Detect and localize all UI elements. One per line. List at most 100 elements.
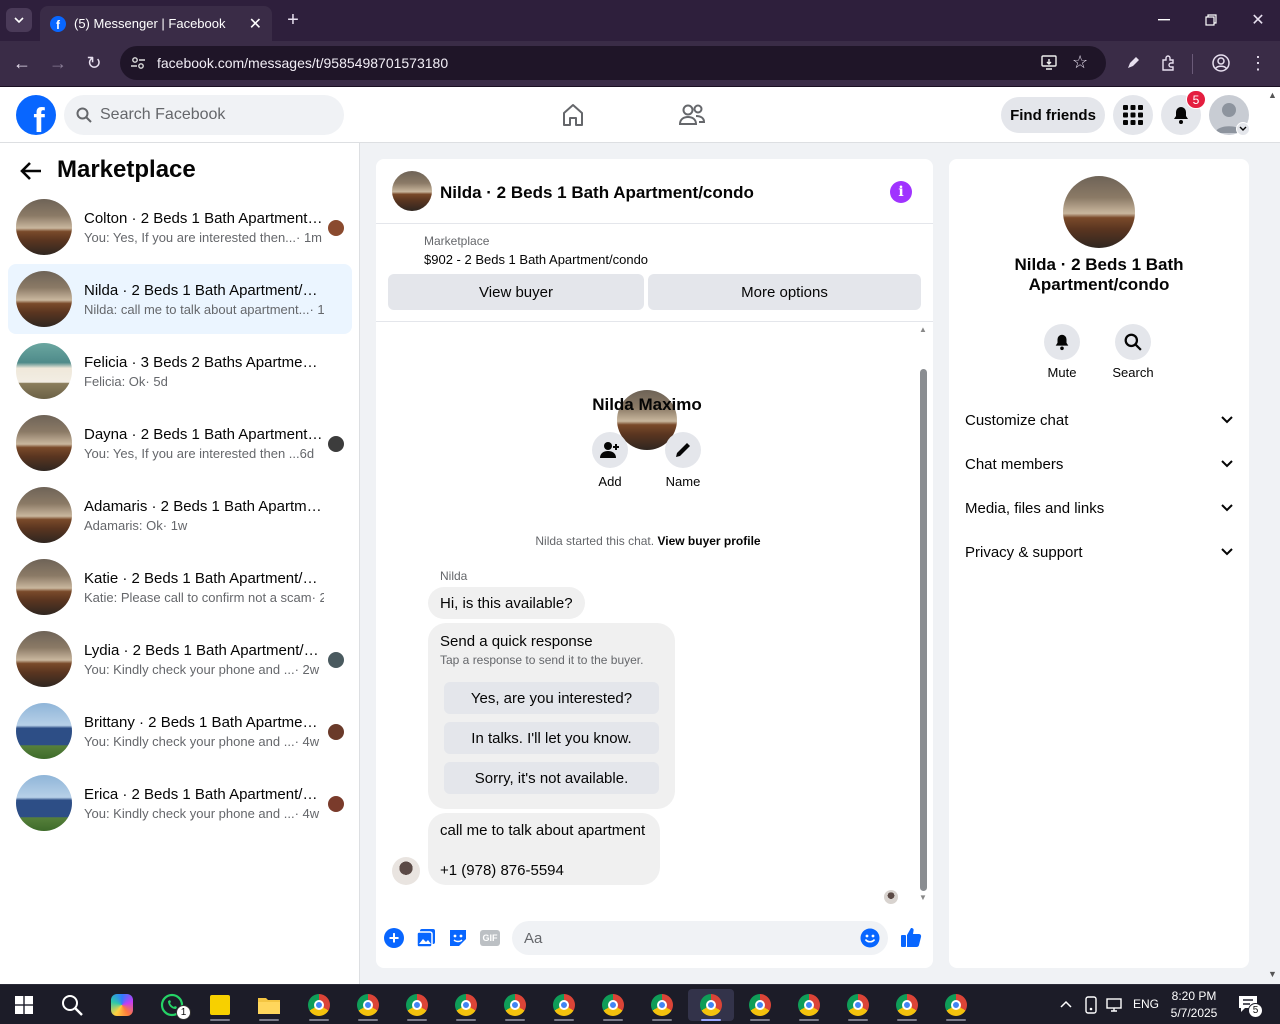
conversation-item[interactable]: Dayna · 2 Beds 1 Bath Apartment/condo You… <box>8 408 352 478</box>
view-buyer-profile-link[interactable]: View buyer profile <box>657 534 760 548</box>
photo-attach-icon[interactable] <box>416 928 436 948</box>
sticker-icon[interactable] <box>448 928 468 948</box>
plus-actions-icon[interactable]: + <box>384 928 404 948</box>
quick-response-not-available-button[interactable]: Sorry, it's not available. <box>444 762 659 794</box>
browser-tab[interactable]: f (5) Messenger | Facebook ✕ <box>40 6 272 41</box>
more-options-button[interactable]: More options <box>648 274 921 310</box>
mute-bell-icon[interactable] <box>1044 324 1080 360</box>
chrome-taskbar-icon[interactable] <box>938 989 974 1021</box>
message-bubble-phone[interactable]: call me to talk about apartment +1 (978)… <box>428 813 660 885</box>
chrome-taskbar-icon[interactable] <box>840 989 876 1021</box>
info-icon[interactable]: i <box>890 181 912 203</box>
media-files-links-row[interactable]: Media, files and links <box>965 486 1233 530</box>
chrome-taskbar-icon-active[interactable] <box>688 989 734 1021</box>
menu-grid-icon[interactable] <box>1113 95 1153 135</box>
chrome-taskbar-icon[interactable] <box>644 989 680 1021</box>
conversation-item[interactable]: Katie · 2 Beds 1 Bath Apartment/condo Kat… <box>8 552 352 622</box>
close-window-icon[interactable]: ✕ <box>1246 10 1270 30</box>
chrome-taskbar-icon[interactable] <box>448 989 484 1021</box>
quick-response-in-talks-button[interactable]: In talks. I'll let you know. <box>444 722 659 754</box>
account-chevron-icon[interactable] <box>1236 122 1250 136</box>
conversation-item[interactable]: Erica · 2 Beds 1 Bath Apartment/condo You… <box>8 768 352 838</box>
sender-avatar[interactable] <box>392 857 420 885</box>
chat-title[interactable]: Nilda · 2 Beds 1 Bath Apartment/condo <box>440 183 754 203</box>
chrome-taskbar-icon[interactable] <box>497 989 533 1021</box>
section-label: Privacy & support <box>965 543 1083 561</box>
conversation-item[interactable]: Adamaris · 2 Beds 1 Bath Apartment/condo… <box>8 480 352 550</box>
conversation-item[interactable]: Nilda · 2 Beds 1 Bath Apartment/condo Nil… <box>8 264 352 334</box>
clock[interactable]: 8:20 PM 5/7/2025 <box>1164 988 1224 1022</box>
sticky-notes-icon[interactable] <box>202 989 238 1021</box>
info-avatar[interactable] <box>1063 176 1135 248</box>
pen-icon[interactable] <box>1122 52 1144 74</box>
page-scroll-up-icon[interactable]: ▲ <box>1268 90 1277 100</box>
notification-center-icon[interactable]: 5 <box>1238 995 1263 1018</box>
gif-icon[interactable]: GIF <box>480 930 500 946</box>
add-person-icon[interactable] <box>592 432 628 468</box>
file-explorer-icon[interactable] <box>251 989 287 1021</box>
chrome-menu-icon[interactable]: ⋮ <box>1248 52 1268 74</box>
copilot-icon[interactable] <box>104 989 140 1021</box>
back-icon[interactable]: ← <box>10 51 34 75</box>
chrome-taskbar-icon[interactable] <box>595 989 631 1021</box>
chrome-taskbar-icon[interactable] <box>399 989 435 1021</box>
edit-name-pencil-icon[interactable] <box>665 432 701 468</box>
forward-icon[interactable]: → <box>46 51 70 75</box>
install-app-icon[interactable] <box>1040 53 1058 71</box>
search-input[interactable]: Search Facebook <box>64 95 344 135</box>
conversation-item[interactable]: Brittany · 2 Beds 1 Bath Apartment/condo… <box>8 696 352 766</box>
tab-list-chevron-icon[interactable] <box>6 8 32 32</box>
home-icon[interactable] <box>560 102 586 128</box>
thumbs-up-icon[interactable] <box>900 926 922 948</box>
message-bubble[interactable]: Hi, is this available? <box>428 587 585 619</box>
find-friends-button[interactable]: Find friends <box>1001 97 1105 133</box>
bookmark-star-icon[interactable]: ☆ <box>1072 52 1088 73</box>
chat-avatar[interactable] <box>392 171 432 211</box>
search-in-chat-icon[interactable] <box>1115 324 1151 360</box>
new-tab-icon[interactable]: + <box>282 9 304 31</box>
mute-label: Mute <box>1047 365 1077 380</box>
language-indicator[interactable]: ENG <box>1133 997 1159 1011</box>
tray-network-icon[interactable] <box>1106 996 1124 1014</box>
back-arrow-icon[interactable] <box>20 161 42 181</box>
conversation-item[interactable]: Felicia · 3 Beds 2 Baths Apartment/condo… <box>8 336 352 406</box>
address-bar[interactable]: facebook.com/messages/t/9585498701573180… <box>120 46 1106 80</box>
scroll-down-icon[interactable]: ▼ <box>919 893 927 902</box>
profile-icon[interactable] <box>1210 52 1232 74</box>
conversation-item[interactable]: Colton · 2 Beds 1 Bath Apartment/condo Yo… <box>8 192 352 262</box>
whatsapp-icon[interactable]: 1 <box>154 989 191 1021</box>
browser-toolbar: ← → ↻ facebook.com/messages/t/9585498701… <box>0 41 1280 87</box>
chat-scrollbar[interactable] <box>920 369 927 891</box>
extensions-icon[interactable] <box>1158 52 1180 74</box>
restore-icon[interactable] <box>1199 10 1223 30</box>
reload-icon[interactable]: ↻ <box>82 51 106 75</box>
chrome-taskbar-icon[interactable] <box>301 989 337 1021</box>
chrome-taskbar-icon[interactable] <box>889 989 925 1021</box>
chrome-taskbar-icon[interactable] <box>350 989 386 1021</box>
windows-start-icon[interactable] <box>6 989 42 1021</box>
minimize-icon[interactable] <box>1152 10 1176 30</box>
friends-icon[interactable] <box>678 102 706 128</box>
section-label: Media, files and links <box>965 499 1105 517</box>
chat-info-panel: Nilda · 2 Beds 1 Bath Apartment/condo Mu… <box>949 159 1249 968</box>
tray-chevron-up-icon[interactable] <box>1058 995 1074 1013</box>
conversation-item[interactable]: Lydia · 2 Beds 1 Bath Apartment/condo You… <box>8 624 352 694</box>
scroll-up-icon[interactable]: ▲ <box>919 325 927 334</box>
chrome-taskbar-icon[interactable] <box>546 989 582 1021</box>
close-tab-icon[interactable]: ✕ <box>249 14 262 34</box>
site-settings-icon[interactable] <box>130 55 146 71</box>
customize-chat-row[interactable]: Customize chat <box>965 398 1233 442</box>
taskbar-search-icon[interactable] <box>54 989 90 1021</box>
message-input[interactable]: Aa <box>512 921 888 955</box>
view-buyer-button[interactable]: View buyer <box>388 274 644 310</box>
info-title: Nilda · 2 Beds 1 Bath Apartment/condo <box>1014 255 1184 294</box>
quick-response-yes-button[interactable]: Yes, are you interested? <box>444 682 659 714</box>
facebook-logo-icon[interactable]: f <box>16 95 56 135</box>
page-scroll-down-icon[interactable]: ▼ <box>1268 969 1277 979</box>
emoji-icon[interactable] <box>860 928 880 948</box>
privacy-support-row[interactable]: Privacy & support <box>965 530 1233 574</box>
chrome-taskbar-icon[interactable] <box>791 989 827 1021</box>
chat-members-row[interactable]: Chat members <box>965 442 1233 486</box>
tray-device-icon[interactable] <box>1083 996 1099 1014</box>
chrome-taskbar-icon[interactable] <box>742 989 778 1021</box>
